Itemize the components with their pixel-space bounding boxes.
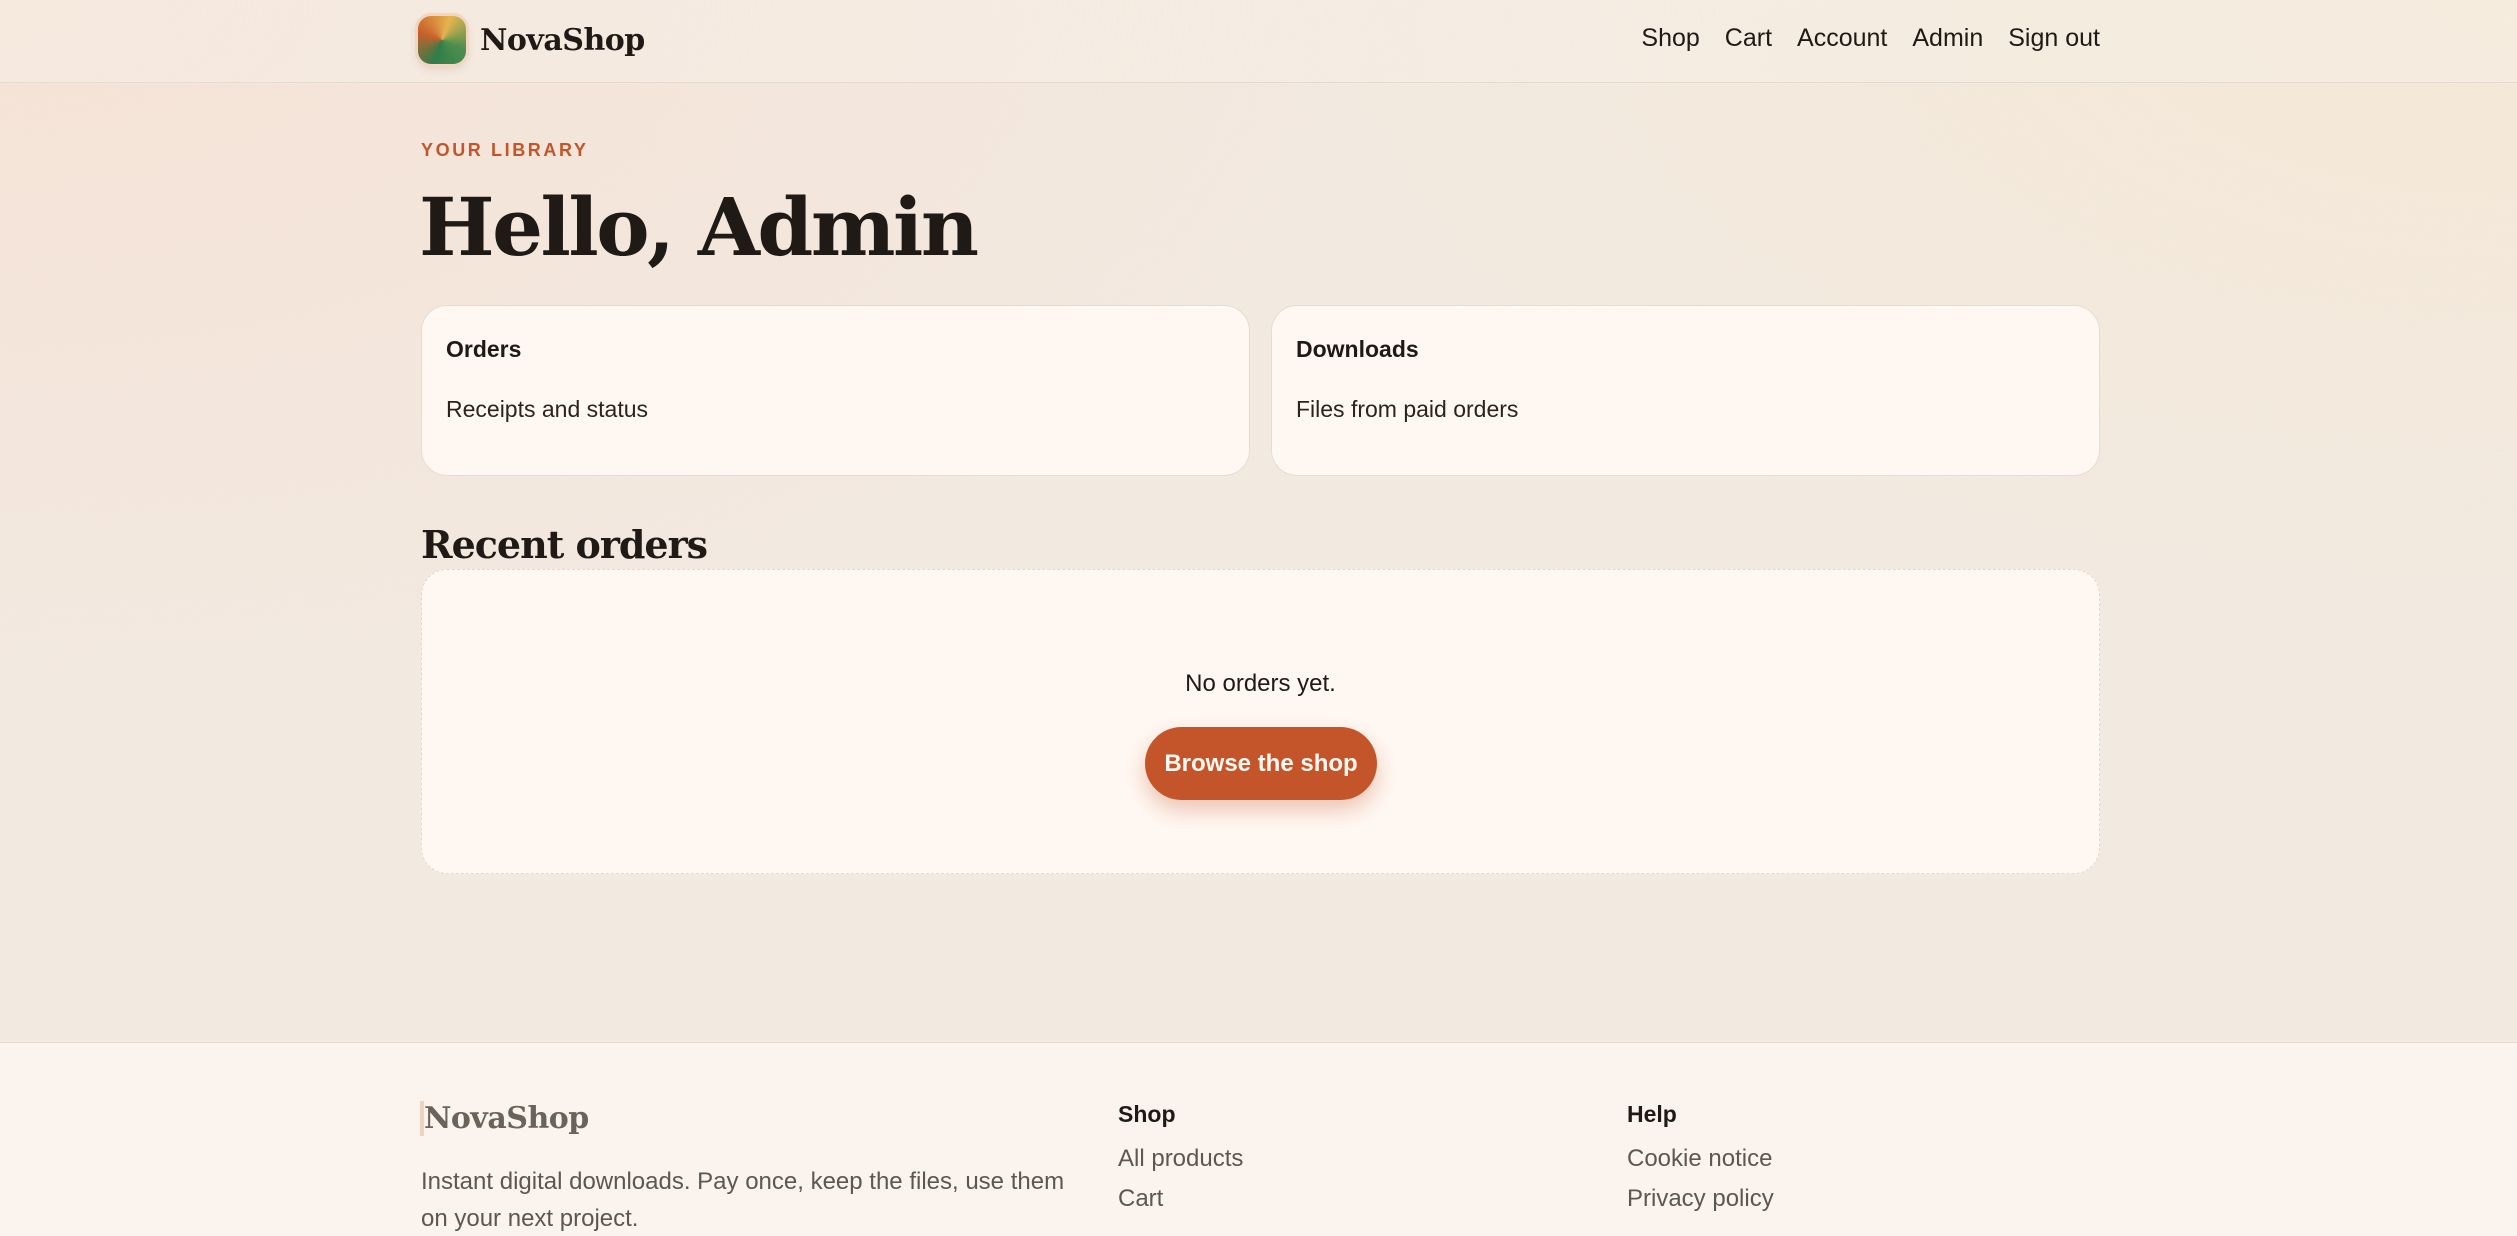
orders-card-title: Orders xyxy=(446,336,522,362)
orders-card-description: Receipts and status xyxy=(446,396,649,422)
footer-all-products-link[interactable]: All products xyxy=(1118,1145,1243,1173)
orders-card[interactable]: Orders Receipts and status xyxy=(421,305,1250,476)
nav-account-link[interactable]: Account xyxy=(1797,24,1887,53)
footer-cart-link[interactable]: Cart xyxy=(1118,1185,1243,1213)
footer-shop-column: Shop All products Cart xyxy=(1118,1101,1243,1213)
site-header: NovaShop Shop Cart Account Admin Sign ou… xyxy=(0,0,2517,83)
page-title: Hello, Admin xyxy=(419,180,979,274)
browse-shop-button[interactable]: Browse the shop xyxy=(1145,727,1377,800)
downloads-card-title: Downloads xyxy=(1296,336,1419,362)
logo-icon xyxy=(418,16,466,64)
footer-help-heading: Help xyxy=(1627,1101,1677,1127)
footer-shop-heading: Shop xyxy=(1118,1101,1176,1127)
footer-tagline: Instant digital downloads. Pay once, kee… xyxy=(421,1168,1065,1232)
footer-brand: NovaShop xyxy=(420,1101,589,1136)
nav-sign-out-link[interactable]: Sign out xyxy=(2008,24,2100,53)
site-footer: NovaShop Instant digital downloads. Pay … xyxy=(0,1042,2517,1236)
main-nav: Shop Cart Account Admin Sign out xyxy=(1641,24,2100,53)
footer-privacy-policy-link[interactable]: Privacy policy xyxy=(1627,1185,1774,1213)
recent-orders-title: Recent orders xyxy=(421,522,708,567)
page-eyebrow: YOUR LIBRARY xyxy=(421,140,589,160)
nav-shop-link[interactable]: Shop xyxy=(1641,24,1699,53)
recent-orders-empty-state: No orders yet. Browse the shop xyxy=(421,569,2100,874)
brand-name: NovaShop xyxy=(480,22,645,58)
brand-link[interactable]: NovaShop xyxy=(418,16,645,64)
footer-help-column: Help Cookie notice Privacy policy xyxy=(1627,1101,1774,1213)
footer-cookie-notice-link[interactable]: Cookie notice xyxy=(1627,1145,1774,1173)
empty-state-text: No orders yet. xyxy=(1185,670,1336,697)
downloads-card-description: Files from paid orders xyxy=(1296,396,1519,422)
nav-cart-link[interactable]: Cart xyxy=(1725,24,1772,53)
downloads-card[interactable]: Downloads Files from paid orders xyxy=(1271,305,2100,476)
nav-admin-link[interactable]: Admin xyxy=(1912,24,1983,53)
